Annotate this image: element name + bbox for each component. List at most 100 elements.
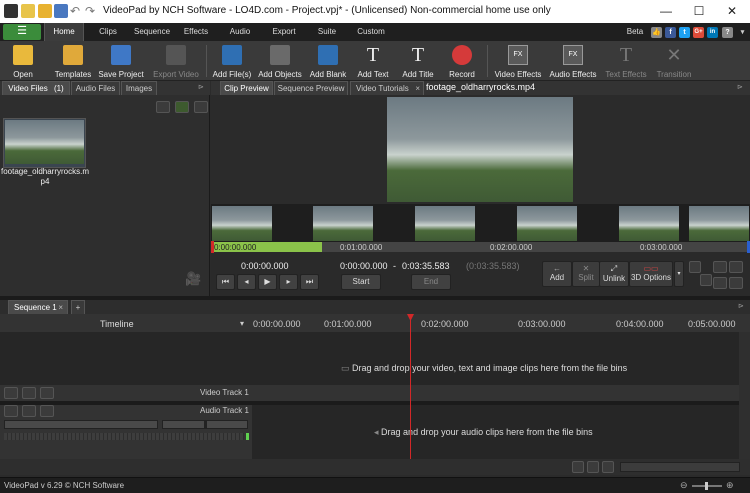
tab-sequence[interactable]: Sequence xyxy=(131,23,173,41)
tab-effects[interactable]: Effects xyxy=(180,23,212,41)
new-bin-button[interactable] xyxy=(175,101,189,113)
maximize-button[interactable]: ☐ xyxy=(683,0,715,23)
volume-slider[interactable] xyxy=(4,420,158,429)
audio-lock-button[interactable] xyxy=(40,405,54,417)
new-icon[interactable] xyxy=(21,4,35,18)
tab-custom[interactable]: Custom xyxy=(354,23,388,41)
redo-icon[interactable]: ↷ xyxy=(85,4,99,18)
timeline-vertical-scrollbar[interactable] xyxy=(739,332,750,459)
video-lock-button[interactable] xyxy=(40,387,54,399)
add-blank-button[interactable]: Add Blank xyxy=(308,43,348,81)
add-sequence-button[interactable]: + xyxy=(71,300,85,314)
playhead-line[interactable] xyxy=(410,316,411,459)
snapshot-button[interactable] xyxy=(689,261,701,273)
step-forward-button[interactable]: ▸ xyxy=(279,274,298,290)
help-icon[interactable]: ? xyxy=(722,27,733,38)
unlink-button[interactable]: ⤢ Unlink xyxy=(599,261,629,287)
tab-sequence-1[interactable]: Sequence 1 × xyxy=(8,300,68,314)
googleplus-icon[interactable]: G+ xyxy=(693,27,704,38)
add-button[interactable]: ← Add xyxy=(542,261,572,287)
linkedin-icon[interactable]: in xyxy=(707,27,718,38)
export-video-button[interactable]: Export Video xyxy=(150,43,202,81)
play-button[interactable]: ▶ xyxy=(258,274,277,290)
add-text-button[interactable]: T Add Text xyxy=(354,43,392,81)
video-effects-label: Video Effects xyxy=(494,70,542,79)
tab-export[interactable]: Export xyxy=(269,23,299,41)
tab-audio-files[interactable]: Audio Files xyxy=(71,81,120,95)
fullscreen-button[interactable] xyxy=(729,277,743,289)
open-folder-icon[interactable] xyxy=(38,4,52,18)
clip-name[interactable]: footage_oldharryrocks.mp4 xyxy=(0,167,90,187)
preview-ruler[interactable]: 0:00:00.000 0:01:00.000 0:02:00.000 0:03… xyxy=(211,242,750,252)
3d-options-dropdown[interactable]: ▾ xyxy=(674,261,684,287)
timeline-tool-button[interactable] xyxy=(602,461,614,473)
pin-icon[interactable]: ⊳ xyxy=(737,83,743,91)
status-zoom-slider[interactable] xyxy=(692,482,722,490)
templates-button[interactable]: Templates xyxy=(52,43,94,81)
delete-bin-button[interactable] xyxy=(156,101,170,113)
tab-images[interactable]: Images xyxy=(121,81,157,95)
menu-dropdown-icon[interactable]: ▾ xyxy=(737,27,748,38)
like-icon[interactable]: 👍 xyxy=(651,27,662,38)
split-button[interactable]: ✕ Split xyxy=(572,261,600,287)
timeline-zoom-slider[interactable] xyxy=(620,462,740,472)
zoom-in-icon[interactable]: ⊕ xyxy=(726,480,734,491)
pan-slider[interactable] xyxy=(162,420,248,429)
tab-sequence-preview[interactable]: Sequence Preview xyxy=(274,81,348,95)
tab-home[interactable]: Home xyxy=(44,23,84,41)
clip-thumbnail[interactable] xyxy=(3,118,86,168)
remove-audio-track-button[interactable] xyxy=(4,405,18,417)
zoom-out-button[interactable] xyxy=(729,261,743,273)
close-tab-icon[interactable]: × xyxy=(58,301,63,315)
list-view-button[interactable] xyxy=(194,101,208,113)
video-effects-button[interactable]: FX Video Effects xyxy=(492,43,544,81)
timeline-tool-button[interactable] xyxy=(572,461,584,473)
tab-clip-preview[interactable]: Clip Preview xyxy=(220,81,273,95)
audio-effects-button[interactable]: FX Audio Effects xyxy=(548,43,598,81)
start-marker[interactable] xyxy=(211,241,214,253)
facebook-icon[interactable]: f xyxy=(665,27,676,38)
audio-track-area[interactable]: ◂ Drag and drop your audio clips here fr… xyxy=(252,405,750,459)
undo-icon[interactable]: ↶ xyxy=(70,4,84,18)
go-end-button[interactable]: ⏭ xyxy=(300,274,319,290)
snapshot-button[interactable] xyxy=(700,274,712,286)
tab-video-files[interactable]: Video Files (1) xyxy=(2,81,70,95)
video-visibility-button[interactable] xyxy=(22,387,36,399)
twitter-icon[interactable]: t xyxy=(679,27,690,38)
open-button[interactable]: Open xyxy=(4,43,42,81)
go-start-button[interactable]: ⏮ xyxy=(216,274,235,290)
save-icon[interactable] xyxy=(54,4,68,18)
pin-icon[interactable]: ⊳ xyxy=(738,302,744,310)
add-files-button[interactable]: Add File(s) xyxy=(210,43,254,81)
record-button[interactable]: Record xyxy=(445,43,479,81)
mute-button[interactable] xyxy=(22,405,36,417)
add-video-track-button[interactable] xyxy=(4,387,18,399)
add-title-button[interactable]: T Add Title xyxy=(399,43,437,81)
text-effects-button[interactable]: T Text Effects xyxy=(603,43,649,81)
pan-knob[interactable] xyxy=(204,421,207,428)
save-project-button[interactable]: Save Project xyxy=(97,43,145,81)
timeline-tool-button[interactable] xyxy=(587,461,599,473)
status-zoom-knob[interactable] xyxy=(705,482,708,490)
zoom-out-icon[interactable]: ⊖ xyxy=(680,480,688,491)
tab-audio[interactable]: Audio xyxy=(226,23,254,41)
set-start-button[interactable]: Start xyxy=(341,274,381,290)
tab-suite[interactable]: Suite xyxy=(314,23,340,41)
pin-icon[interactable]: ⊳ xyxy=(198,83,204,91)
add-objects-button[interactable]: Add Objects xyxy=(257,43,303,81)
close-tab-icon[interactable]: × xyxy=(415,82,420,96)
hamburger-menu-button[interactable]: ☰ xyxy=(3,24,41,40)
step-back-button[interactable]: ◂ xyxy=(237,274,256,290)
zoom-in-button[interactable] xyxy=(713,261,727,273)
minimize-button[interactable]: — xyxy=(650,0,682,23)
close-button[interactable]: ✕ xyxy=(716,0,748,23)
video-track-area[interactable]: ▭ Drag and drop your video, text and ima… xyxy=(0,332,750,385)
3d-options-button[interactable]: ▭▭ 3D Options xyxy=(629,261,673,287)
filmstrip[interactable] xyxy=(211,204,750,242)
set-end-button[interactable]: End xyxy=(411,274,451,290)
timeline-dropdown-icon[interactable]: ▾ xyxy=(240,319,244,328)
transition-button[interactable]: ✕ Transition xyxy=(654,43,694,81)
fit-button[interactable] xyxy=(713,277,727,289)
tab-clips[interactable]: Clips xyxy=(93,23,123,41)
tab-video-tutorials[interactable]: Video Tutorials × xyxy=(350,81,424,95)
